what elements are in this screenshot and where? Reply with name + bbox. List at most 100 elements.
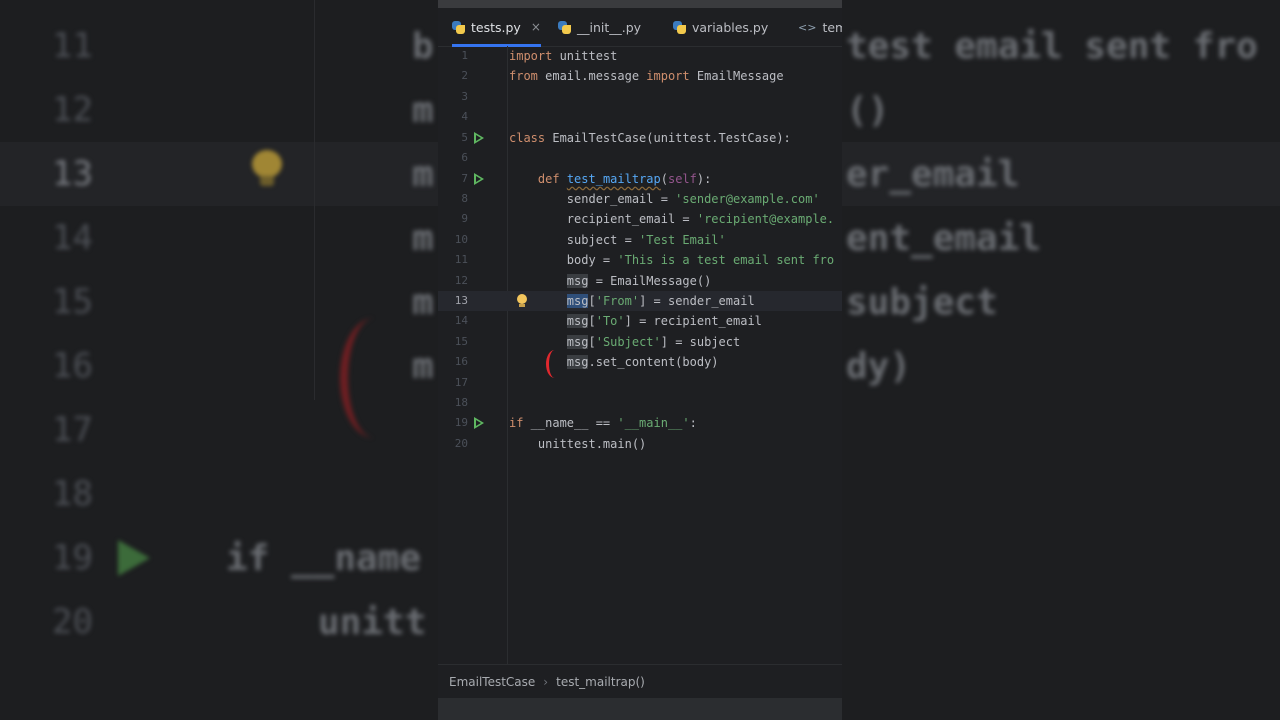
bg-line-number: 12 <box>52 90 93 130</box>
breadcrumb-method[interactable]: test_mailtrap() <box>556 675 645 689</box>
breadcrumb-class[interactable]: EmailTestCase <box>449 675 535 689</box>
line-number: 18 <box>454 396 468 409</box>
line-number: 13 <box>454 294 468 307</box>
bg-code-fragment: b <box>412 26 434 67</box>
bg-code-fragment: test email sent fro <box>846 26 1258 67</box>
bg-line-number: 20 <box>52 602 93 642</box>
bg-line-number: 16 <box>52 346 93 386</box>
code-editor-window: tests.py × __init__.py variables.py <> t… <box>438 0 842 720</box>
code-line: 12 msg = EmailMessage() <box>438 271 842 291</box>
tab-label: tests.py <box>471 19 521 35</box>
python-file-icon <box>558 20 571 34</box>
code-line: 9 recipient_email = 'recipient@example. <box>438 209 842 229</box>
bg-code-fragment: m <box>412 218 434 259</box>
bg-line-number: 13 <box>52 154 93 194</box>
code-line: 20 unittest.main() <box>438 434 842 454</box>
bg-guide-line <box>314 0 315 400</box>
code-text: import unittest <box>509 49 618 63</box>
bg-lightbulb-icon <box>252 150 282 186</box>
bg-code-fragment: m <box>412 282 434 323</box>
bg-code-fragment: er_email <box>846 154 1020 195</box>
tab-label: temp <box>822 19 842 35</box>
bg-code-fragment: if __name <box>226 538 422 579</box>
tab-variables-py[interactable]: variables.py <box>673 8 768 46</box>
bg-code-fragment: ent_email <box>846 218 1042 259</box>
line-number: 12 <box>454 274 468 287</box>
line-number: 14 <box>454 314 468 327</box>
python-file-icon <box>673 20 686 34</box>
window-bottom-strip <box>438 698 842 720</box>
line-number: 1 <box>461 49 468 62</box>
code-text: msg = EmailMessage() <box>566 274 712 288</box>
line-number: 4 <box>461 110 468 123</box>
bg-code-fragment: unitt <box>318 602 427 643</box>
line-number: 19 <box>454 416 468 429</box>
line-number: 10 <box>454 233 468 246</box>
run-icon[interactable] <box>474 173 484 185</box>
code-text: body = 'This is a test email sent fro <box>566 253 835 267</box>
code-line: 11 body = 'This is a test email sent fro <box>438 250 842 270</box>
line-number: 11 <box>454 253 468 266</box>
code-text: msg['Subject'] = subject <box>566 335 741 349</box>
code-line: 2 from email.message import EmailMessage <box>438 66 842 86</box>
code-line: 6 <box>438 148 842 168</box>
code-line-current: 13 msg['From'] = sender_email <box>438 291 842 311</box>
code-text: unittest.main() <box>537 437 647 451</box>
bg-code-fragment: dy) <box>846 346 912 387</box>
tab-init-py[interactable]: __init__.py <box>558 8 641 46</box>
code-line: 5 class EmailTestCase(unittest.TestCase)… <box>438 128 842 148</box>
tab-tests-py[interactable]: tests.py × <box>452 8 541 47</box>
bg-code-fragment: m <box>412 90 434 131</box>
bg-annotation-arc <box>340 318 408 438</box>
line-number: 15 <box>454 335 468 348</box>
bg-code-fragment: m <box>412 154 434 195</box>
bg-code-fragment: subject <box>846 282 998 323</box>
bg-run-icon <box>118 540 150 576</box>
bg-line-number: 18 <box>52 474 93 514</box>
code-text: def test_mailtrap(self): <box>537 172 712 186</box>
bg-line-number: 17 <box>52 410 93 450</box>
code-line: 18 <box>438 393 842 413</box>
code-text: msg['From'] = sender_email <box>566 294 755 308</box>
editor-tab-bar: tests.py × __init__.py variables.py <> t… <box>438 8 842 47</box>
code-line: 8 sender_email = 'sender@example.com' <box>438 189 842 209</box>
line-number: 17 <box>454 376 468 389</box>
code-text: subject = 'Test Email' <box>566 233 726 247</box>
tab-label: variables.py <box>692 19 769 35</box>
close-icon[interactable]: × <box>531 20 541 34</box>
line-number: 7 <box>461 172 468 185</box>
code-text: from email.message import EmailMessage <box>509 69 784 83</box>
window-top-strip <box>438 0 842 8</box>
code-text: sender_email = 'sender@example.com' <box>566 192 820 206</box>
code-area[interactable]: 1 import unittest 2 from email.message i… <box>438 46 842 668</box>
line-number: 6 <box>461 151 468 164</box>
code-line: 1 import unittest <box>438 46 842 66</box>
bg-line-number: 15 <box>52 282 93 322</box>
breadcrumb: EmailTestCase › test_mailtrap() <box>438 664 842 699</box>
code-line: 3 <box>438 87 842 107</box>
code-line: 17 <box>438 373 842 393</box>
code-line: 14 msg['To'] = recipient_email <box>438 311 842 331</box>
python-file-icon <box>452 20 465 34</box>
annotation-arc <box>546 350 563 378</box>
bg-line-number: 11 <box>52 26 93 66</box>
run-icon[interactable] <box>474 132 484 144</box>
code-line: 16 msg.set_content(body) <box>438 352 842 372</box>
html-file-icon: <> <box>798 20 817 34</box>
tab-label: __init__.py <box>577 19 642 35</box>
breadcrumb-separator: › <box>543 675 549 689</box>
line-number: 16 <box>454 355 468 368</box>
code-line: 4 <box>438 107 842 127</box>
run-icon[interactable] <box>474 417 484 429</box>
line-number: 8 <box>461 192 468 205</box>
line-number: 5 <box>461 131 468 144</box>
code-text: msg['To'] = recipient_email <box>566 314 762 328</box>
code-text: if __name__ == '__main__': <box>509 416 697 430</box>
line-number: 9 <box>461 212 468 225</box>
bg-line-number: 19 <box>52 538 93 578</box>
tab-temp[interactable]: <> temp <box>798 8 842 46</box>
code-line: 15 msg['Subject'] = subject <box>438 332 842 352</box>
code-text: msg.set_content(body) <box>566 355 719 369</box>
line-number: 2 <box>461 69 468 82</box>
bg-code-fragment: m <box>412 346 434 387</box>
